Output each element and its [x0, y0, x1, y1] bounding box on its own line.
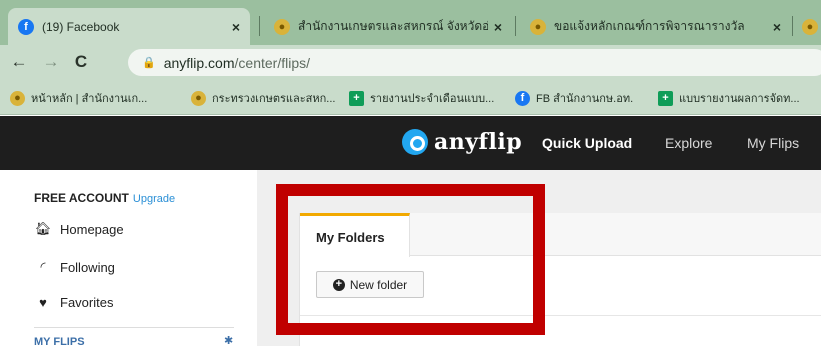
settings-icon[interactable]: ✱ [224, 334, 233, 346]
tab-criteria[interactable]: ● ขอแจ้งหลักเกณฑ์การพิจารณารางวัล × [524, 8, 787, 45]
tab-separator [792, 16, 793, 36]
rss-icon: ◜ [40, 259, 46, 274]
sidebar: FREE ACCOUNT Upgrade 🏠︎ Homepage ◜ Follow… [0, 170, 257, 346]
lock-icon: 🔒 [142, 57, 156, 69]
gold-seal-icon: ● [274, 18, 290, 35]
bookmarks-bar: ● หน้าหลัก | สำนักงานเก... ● กระทรวงเกษต… [0, 80, 821, 115]
bookmark-item[interactable]: ● กระทรวงเกษตรและสหก... [191, 89, 335, 107]
sidebar-item-favorites[interactable]: ♥ Favorites [34, 295, 113, 310]
tab-facebook[interactable]: f (19) Facebook × [8, 8, 250, 45]
url-path: /center/flips/ [234, 54, 310, 71]
upgrade-link[interactable]: Upgrade [133, 193, 175, 205]
tab-title: สำนักงานเกษตรและสหกรณ์ จังหวัดอ่า [298, 19, 488, 33]
green-plus-icon: + [349, 90, 364, 106]
red-highlight-box [276, 184, 545, 335]
gold-seal-icon: ● [10, 90, 25, 106]
url-input[interactable]: 🔒 anyflip.com/center/flips/ [128, 49, 821, 76]
logo-text: anyflip [434, 129, 523, 155]
sidebar-divider [34, 327, 234, 328]
bookmark-label: แบบรายงานผลการจัดท... [679, 93, 800, 105]
browser-tab-strip: f (19) Facebook × ● สำนักงานเกษตรและสหกร… [0, 0, 821, 45]
account-type: FREE ACCOUNT [34, 191, 129, 205]
facebook-icon: f [515, 90, 530, 106]
sidebar-item-label: Homepage [60, 221, 124, 237]
bookmark-label: รายงานประจำเดือนแบบ... [370, 93, 495, 105]
account-heading: FREE ACCOUNT Upgrade [34, 191, 175, 205]
close-tab-icon[interactable]: × [773, 19, 781, 35]
url-host: anyflip.com [163, 54, 235, 71]
tab-separator [259, 16, 260, 36]
anyflip-logo[interactable]: anyflip [402, 129, 522, 155]
bookmark-label: FB สำนักงานกษ.อท. [536, 93, 634, 105]
tab-partial[interactable]: ● ก [798, 8, 821, 45]
tab-agri-office[interactable]: ● สำนักงานเกษตรและสหกรณ์ จังหวัดอ่า × [268, 8, 508, 45]
heart-icon: ♥ [39, 295, 47, 310]
bookmark-item[interactable]: f FB สำนักงานกษ.อท. [515, 89, 633, 107]
anyflip-logo-icon [402, 129, 428, 155]
bookmark-label: กระทรวงเกษตรและสหก... [212, 93, 336, 105]
nav-my-flips[interactable]: My Flips [747, 135, 799, 151]
forward-arrow-icon[interactable]: → [40, 51, 62, 73]
tab-separator [515, 16, 516, 36]
close-tab-icon[interactable]: × [494, 19, 502, 35]
sidebar-item-following[interactable]: ◜ Following [34, 259, 115, 275]
sidebar-item-homepage[interactable]: 🏠︎ Homepage [34, 221, 124, 237]
bookmark-item[interactable]: + รายงานประจำเดือนแบบ... [349, 89, 494, 107]
site-header: anyflip Quick Upload Explore My Flips [0, 116, 821, 170]
bookmark-item[interactable]: ● หน้าหลัก | สำนักงานเก... [10, 89, 147, 107]
back-arrow-icon[interactable]: ← [8, 51, 30, 73]
facebook-icon: f [18, 18, 34, 35]
reload-icon[interactable]: C [70, 51, 92, 73]
address-bar-row: ← → C 🔒 anyflip.com/center/flips/ [0, 45, 821, 80]
close-tab-icon[interactable]: × [232, 19, 240, 35]
bookmark-item[interactable]: + แบบรายงานผลการจัดท... [658, 89, 800, 107]
tab-title: ขอแจ้งหลักเกณฑ์การพิจารณารางวัล [554, 19, 745, 33]
nav-quick-upload[interactable]: Quick Upload [542, 135, 632, 151]
gold-seal-icon: ● [802, 18, 818, 35]
gold-seal-icon: ● [191, 90, 206, 106]
bookmark-label: หน้าหลัก | สำนักงานเก... [31, 93, 148, 105]
nav-explore[interactable]: Explore [665, 135, 712, 151]
gold-seal-icon: ● [530, 18, 546, 35]
green-plus-icon: + [658, 90, 673, 106]
sidebar-item-label: Favorites [60, 295, 114, 310]
sidebar-item-label: Following [60, 259, 115, 275]
my-flips-heading[interactable]: MY FLIPS [34, 336, 85, 346]
home-icon: 🏠︎ [34, 221, 52, 236]
tab-title: (19) Facebook [42, 19, 120, 34]
